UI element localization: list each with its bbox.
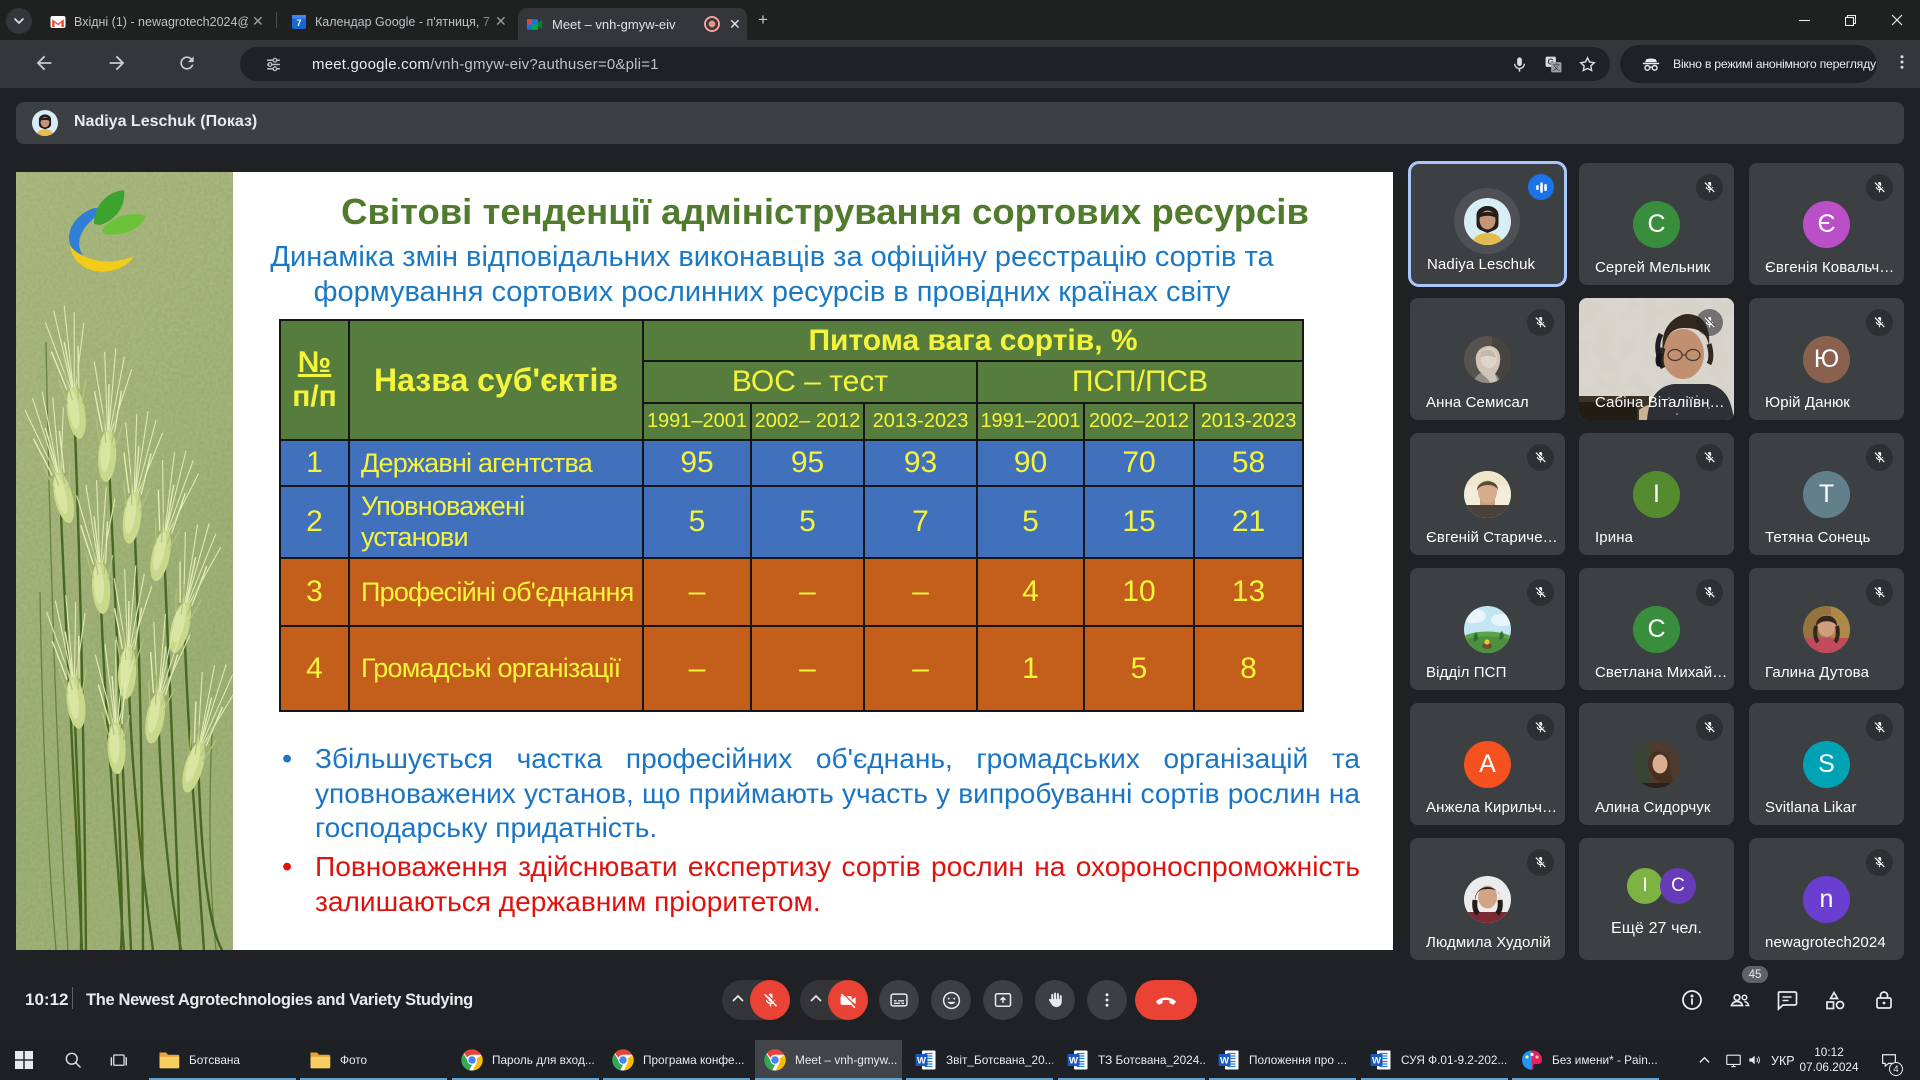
svg-text:W: W [1069, 1056, 1078, 1067]
svg-text:W: W [1372, 1056, 1381, 1067]
svg-text:文: 文 [1552, 62, 1560, 72]
svg-text:7: 7 [296, 18, 301, 29]
svg-text:W: W [917, 1056, 926, 1067]
svg-text:W: W [1220, 1056, 1229, 1067]
